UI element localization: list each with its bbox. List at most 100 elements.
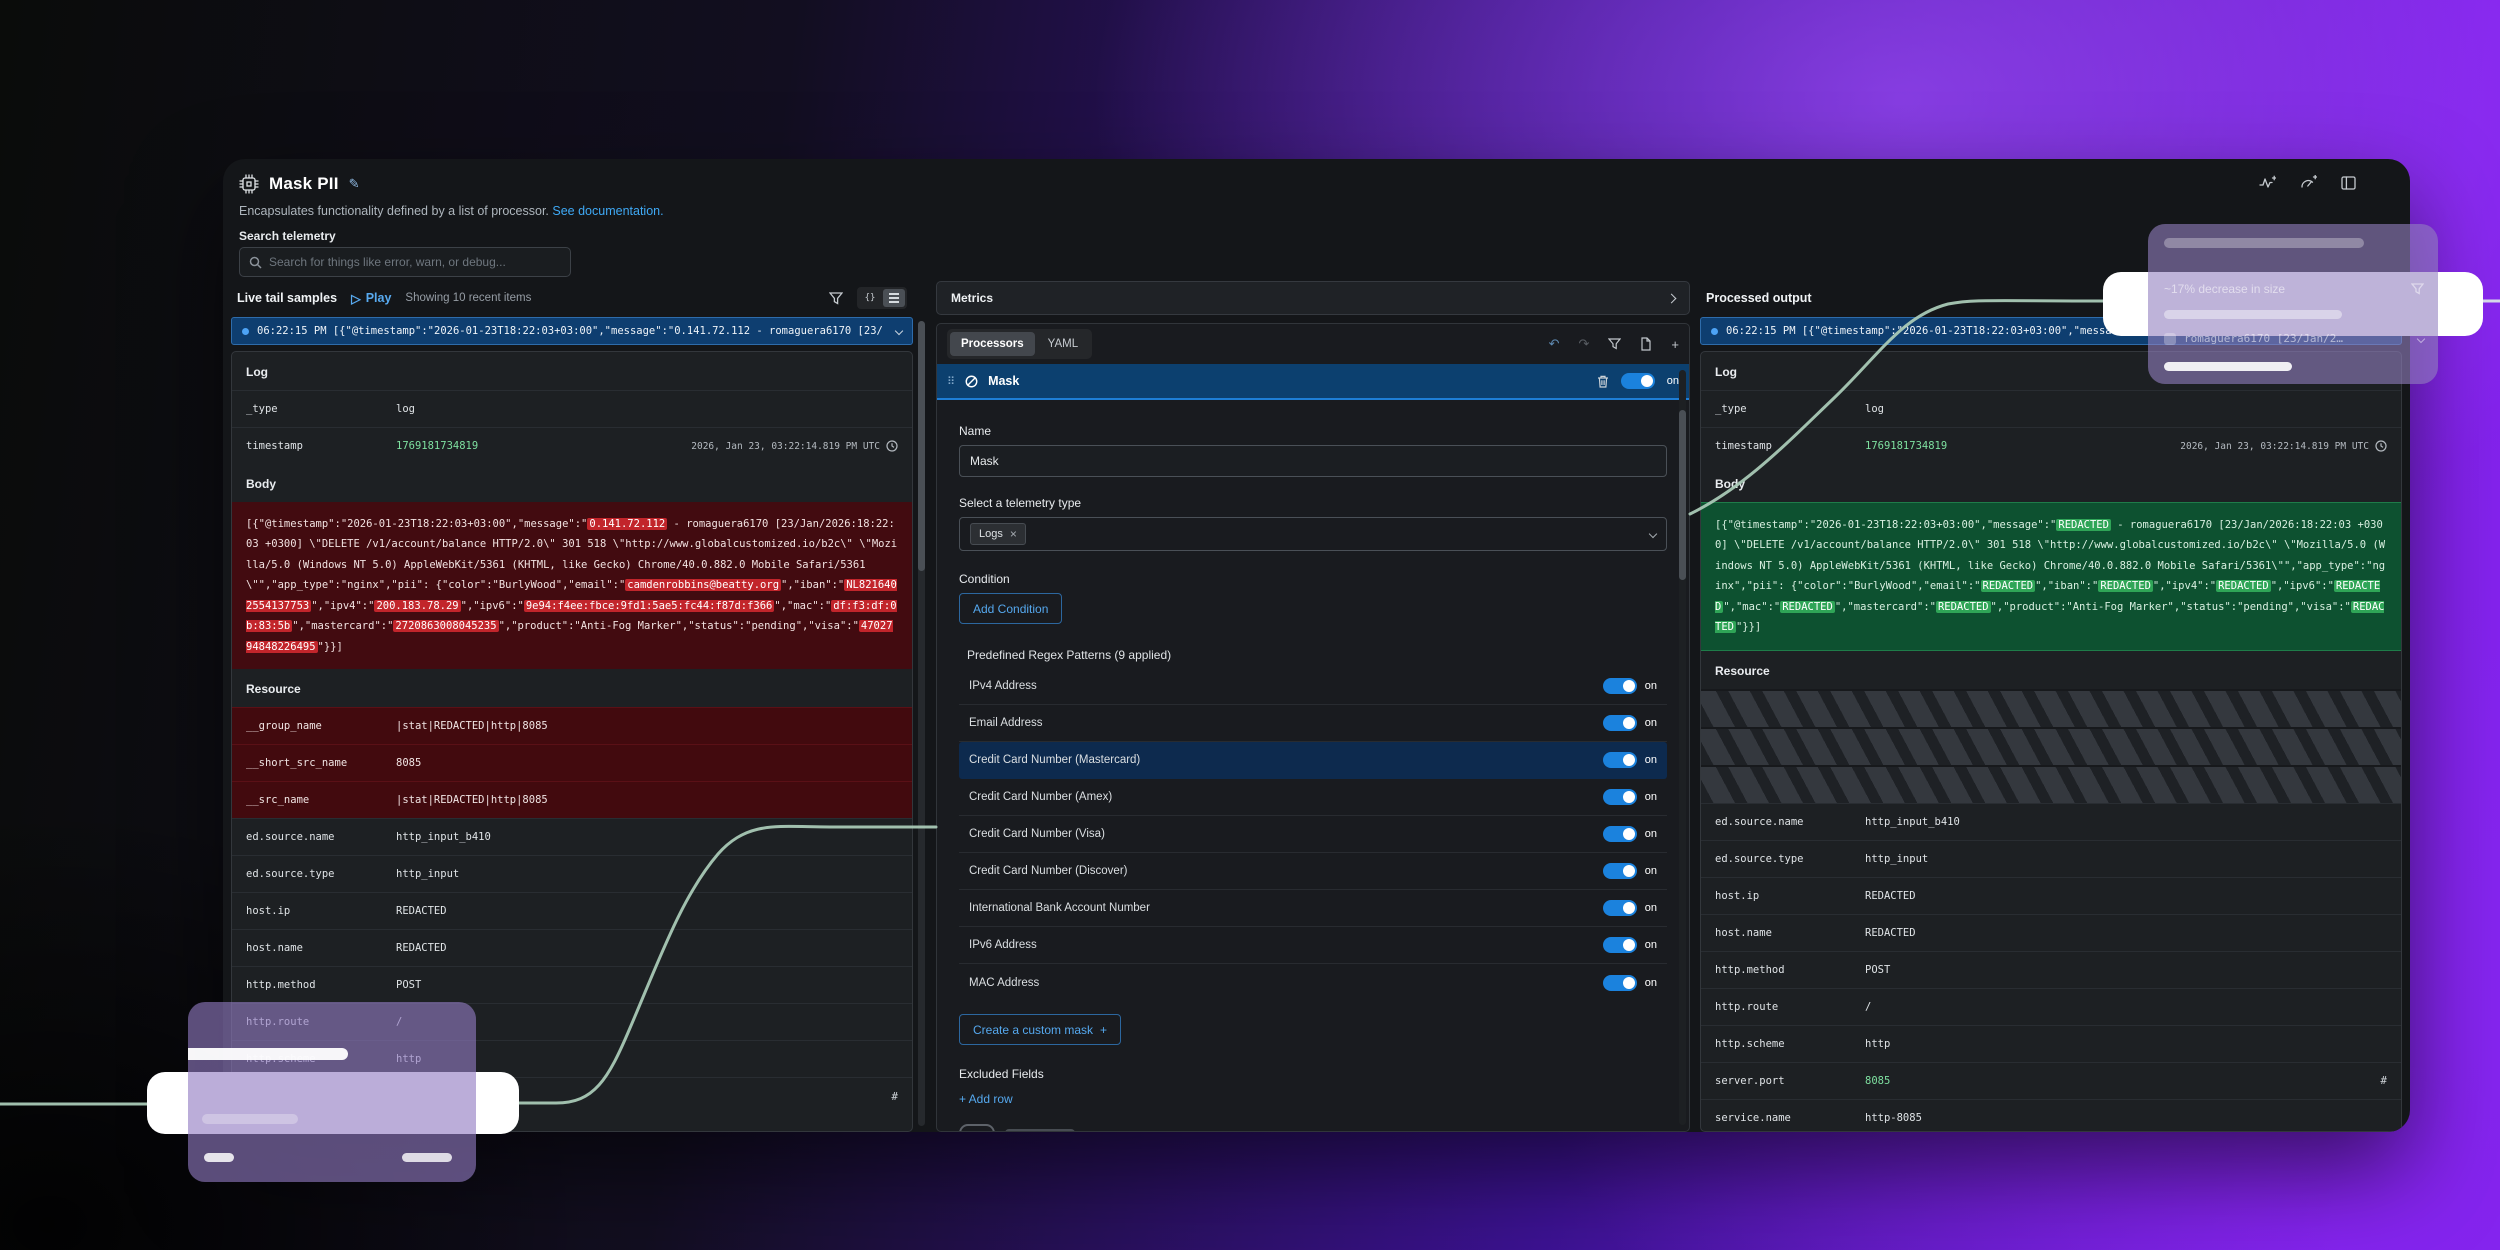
kv-value: |stat|REDACTED|http|8085: [396, 720, 548, 732]
add-processor-icon[interactable]: +: [1671, 337, 1679, 352]
pattern-toggle[interactable]: [1603, 900, 1637, 916]
redacted-highlight: REDACTED: [1780, 601, 1835, 613]
add-condition-button[interactable]: Add Condition: [959, 593, 1062, 624]
kv-value: http_input: [396, 868, 459, 880]
file-icon[interactable]: [1640, 337, 1652, 351]
processor-enabled-toggle[interactable]: [1621, 373, 1655, 389]
kv-key: _type: [246, 403, 396, 415]
toggle-state-label: on: [1645, 754, 1657, 766]
toggle-state-label: on: [1645, 939, 1657, 951]
pattern-label: Credit Card Number (Visa): [969, 828, 1105, 840]
json-view-button[interactable]: {}: [859, 289, 881, 307]
chevron-down-icon: [2417, 334, 2425, 342]
pattern-row[interactable]: Email Addresson: [959, 705, 1667, 742]
filter-icon[interactable]: [829, 292, 843, 305]
toggle-state-label: on: [1645, 717, 1657, 729]
play-icon: ▷: [351, 291, 361, 306]
drag-handle-icon[interactable]: ⠿: [947, 375, 955, 388]
mask-processor-header[interactable]: ⠿ Mask on: [937, 364, 1689, 400]
panel-layout-icon[interactable]: [2341, 176, 2356, 190]
pattern-row[interactable]: IPv6 Address on: [959, 927, 1667, 964]
kv-row: host.ipREDACTED: [232, 892, 912, 929]
metrics-collapsed-bar[interactable]: Metrics: [936, 281, 1690, 315]
toggle-state-label: on: [1667, 375, 1679, 387]
kv-key: http.route: [1715, 1001, 1865, 1013]
kv-key: ed.source.name: [1715, 816, 1865, 828]
pattern-label: Credit Card Number (Mastercard): [969, 754, 1140, 766]
tab-yaml[interactable]: YAML: [1037, 332, 1089, 356]
pattern-toggle[interactable]: [1603, 937, 1637, 953]
pattern-toggle[interactable]: [1603, 863, 1637, 879]
skeleton-bar: [202, 1114, 298, 1124]
pattern-toggle[interactable]: [1603, 715, 1637, 731]
telemetry-type-select[interactable]: Logs ×: [959, 517, 1667, 551]
pattern-label: MAC Address: [969, 977, 1039, 989]
excluded-fields-label: Excluded Fields: [959, 1067, 1667, 1081]
pattern-label: IPv4 Address: [969, 680, 1037, 692]
live-log-row[interactable]: 06:22:15 PM [{"@timestamp":"2026-01-23T1…: [231, 317, 913, 345]
body-text: ","iban":": [781, 579, 844, 591]
add-row-button[interactable]: + Add row: [959, 1092, 1667, 1106]
play-button[interactable]: ▷ Play: [351, 291, 391, 306]
kv-row: ed.source.namehttp_input_b410: [232, 818, 912, 855]
kv-row: host.nameREDACTED: [232, 929, 912, 966]
editor-scrollbar[interactable]: [1679, 370, 1686, 1125]
delete-icon[interactable]: [1597, 375, 1609, 388]
skeleton-bar: [2164, 238, 2364, 248]
add-metric-icon[interactable]: [2259, 175, 2276, 190]
masked-body-json: [{"@timestamp":"2026-01-23T18:22:03+03:0…: [1701, 502, 2401, 651]
kv-row: timestamp17691817348192026, Jan 23, 03:2…: [232, 427, 912, 464]
hash-icon[interactable]: #: [2380, 1074, 2387, 1087]
hash-icon[interactable]: #: [891, 1090, 898, 1103]
app-window: Mask PII ✎ Encapsulates functionality de…: [223, 159, 2410, 1132]
metrics-title: Metrics: [951, 291, 993, 305]
pattern-row[interactable]: Credit Card Number (Mastercard) on: [959, 742, 1667, 779]
kv-row: http.schemehttp: [1701, 1025, 2401, 1062]
create-custom-mask-button[interactable]: Create a custom mask +: [959, 1014, 1121, 1045]
see-documentation-link[interactable]: See documentation.: [552, 204, 663, 218]
body-text: [{"@timestamp":"2026-01-23T18:22:03+03:0…: [1715, 519, 2056, 531]
kv-row: http.methodPOST: [232, 966, 912, 1003]
redacted-row: [1701, 727, 2401, 765]
pattern-toggle[interactable]: [1603, 826, 1637, 842]
body-text: ","mac":": [1723, 601, 1780, 613]
pattern-toggle[interactable]: [1603, 752, 1637, 768]
pattern-toggle[interactable]: [1603, 975, 1637, 991]
kv-key: ed.source.type: [1715, 853, 1865, 865]
body-text: ","mastercard":": [1835, 601, 1936, 613]
kv-value: log: [1865, 403, 1884, 415]
edit-title-icon[interactable]: ✎: [349, 176, 360, 192]
pattern-row[interactable]: Credit Card Number (Discover)on: [959, 853, 1667, 890]
pattern-label: IPv6 Address: [969, 939, 1037, 951]
search-input[interactable]: Search for things like error, warn, or d…: [239, 247, 571, 277]
pattern-row[interactable]: Credit Card Number (Amex)on: [959, 779, 1667, 816]
pattern-toggle[interactable]: [1603, 678, 1637, 694]
redacted-highlight: REDACTED: [2056, 519, 2111, 531]
kv-value: /: [1865, 1001, 1871, 1013]
body-text: ","ipv4":": [2153, 580, 2216, 592]
toggle-state-label: on: [1645, 791, 1657, 803]
redo-icon[interactable]: ↷: [1579, 336, 1590, 352]
filter-icon[interactable]: [1608, 338, 1621, 350]
add-dashboard-icon[interactable]: [2300, 175, 2317, 190]
decor-card-bottom: [188, 1002, 476, 1182]
pattern-row[interactable]: MAC Addresson: [959, 964, 1667, 1001]
clock-icon: [2375, 440, 2387, 452]
list-view-button[interactable]: [883, 289, 905, 307]
kv-key: host.name: [246, 942, 396, 954]
pattern-toggle[interactable]: [1603, 789, 1637, 805]
name-field[interactable]: Mask: [959, 445, 1667, 477]
name-label: Name: [959, 424, 1667, 438]
kv-row: __group_name|stat|REDACTED|http|8085: [232, 707, 912, 744]
remove-chip-icon[interactable]: ×: [1010, 527, 1017, 541]
kv-value: 1769181734819: [396, 440, 478, 452]
redacted-highlight: 0.141.72.112: [587, 518, 667, 530]
pattern-row[interactable]: IPv4 Addresson: [959, 668, 1667, 705]
kv-value: REDACTED: [396, 905, 447, 917]
undo-icon[interactable]: ↶: [1549, 336, 1560, 352]
tab-processors[interactable]: Processors: [950, 332, 1035, 356]
pattern-row[interactable]: Credit Card Number (Visa)on: [959, 816, 1667, 853]
pattern-row[interactable]: International Bank Account Numberon: [959, 890, 1667, 927]
kv-row: server.port8085#: [1701, 1062, 2401, 1099]
left-scrollbar[interactable]: [918, 321, 925, 1126]
